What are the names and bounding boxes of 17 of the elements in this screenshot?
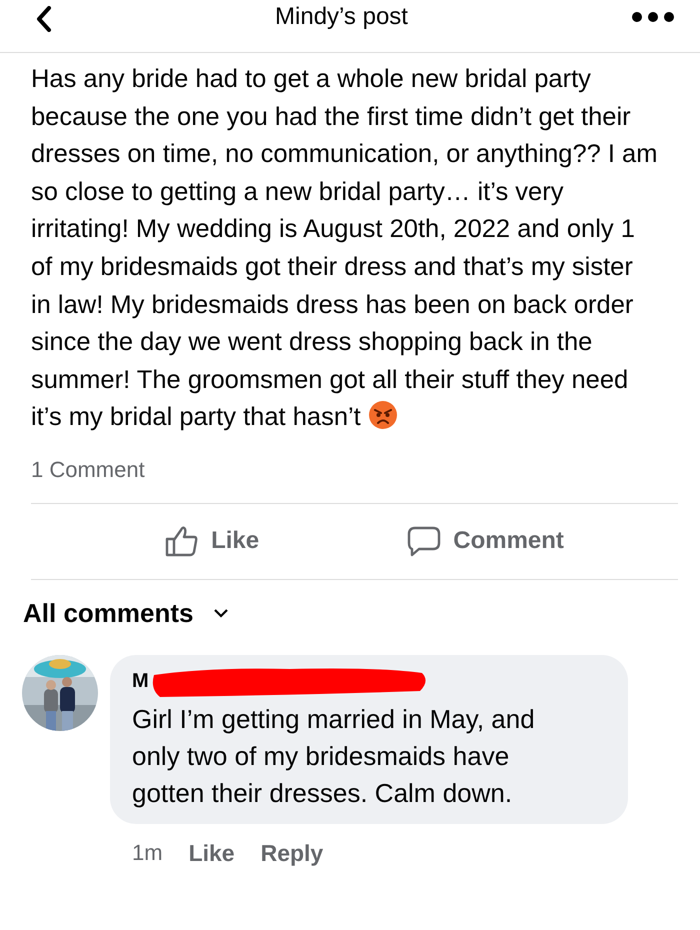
author-name[interactable]: M: [132, 670, 149, 694]
comment-button[interactable]: Comment: [403, 521, 568, 562]
comment-time: 1m: [132, 840, 163, 866]
comments-filter[interactable]: All comments: [23, 598, 194, 629]
angry-face-icon: [368, 400, 398, 430]
post-text: Has any bride had to get a whole new bridal party because the one you had the first time didn’t get their dresses on time, no communication, or anything?? I am so close to getting a new bridal party… it’s very irritating! My wedding is August 20th, 2022 and only 1 of my bridesmaids got their dress and that’s my sister in law! My bridesmaids dress has been on back order since the day we went dress shopping back in the summer! The groomsmen got all their stuff they need it’s my bridal party that hasn’t: [31, 64, 658, 434]
more-icon[interactable]: [630, 11, 675, 23]
back-icon[interactable]: [36, 6, 52, 32]
comment-text: Girl I’m getting married in May, and only two of my bridesmaids have gotten their dresses. Calm down.: [132, 702, 536, 810]
chevron-down-icon[interactable]: [214, 608, 228, 618]
speech-bubble-icon: [407, 525, 442, 558]
like-link[interactable]: Like: [188, 840, 235, 867]
comment-count[interactable]: 1 Comment: [31, 456, 678, 504]
thumbs-up-icon: [165, 525, 200, 558]
reply-link[interactable]: Reply: [260, 840, 324, 867]
window-title: Mindy’s post: [275, 3, 408, 31]
like-button[interactable]: Like: [161, 521, 264, 562]
